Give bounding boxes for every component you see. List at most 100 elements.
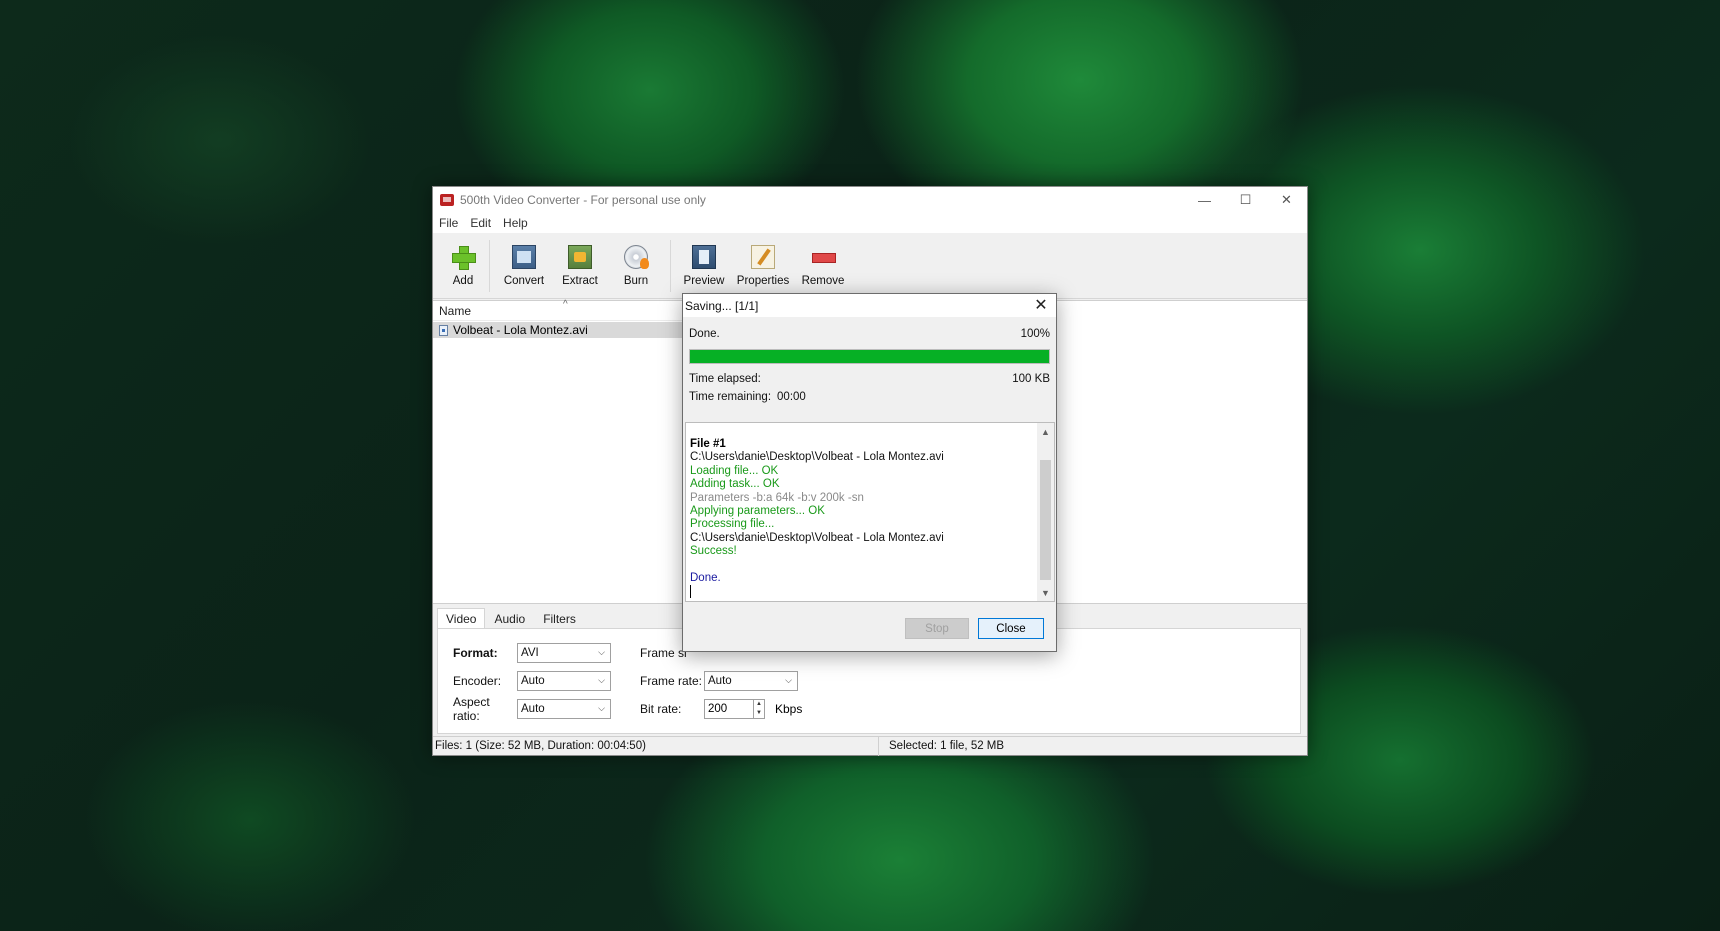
properties-button-label: Properties [736, 274, 790, 287]
chevron-down-icon: ⌵ [785, 675, 792, 685]
toolbar-separator [670, 239, 671, 292]
stop-button[interactable]: Stop [905, 618, 969, 639]
format-select[interactable]: AVI ⌵ [517, 643, 611, 663]
toolbar-separator [489, 239, 490, 292]
aspect-ratio-value: Auto [521, 703, 545, 715]
log-scrollbar[interactable]: ▲ ▼ [1037, 423, 1054, 601]
bit-rate-label: Bit rate: [640, 702, 682, 716]
convert-button-label: Convert [503, 274, 545, 287]
scroll-up-icon[interactable]: ▲ [1037, 423, 1054, 440]
log-line: C:\Users\danie\Desktop\Volbeat - Lola Mo… [690, 451, 944, 464]
status-files: Files: 1 (Size: 52 MB, Duration: 00:04:5… [433, 736, 879, 756]
tab-audio[interactable]: Audio [485, 608, 534, 628]
bit-rate-unit: Kbps [775, 702, 803, 716]
dialog-title: Saving... [1/1] [685, 298, 759, 313]
progress-bar [689, 349, 1050, 364]
time-remaining-row: Time remaining: 00:00 [689, 391, 1050, 403]
progress-fill [690, 350, 1049, 363]
bit-rate-field: Bit rate: 200 ▲ ▼ Kbps [640, 699, 802, 719]
properties-icon [751, 244, 775, 269]
log-line: Done. [690, 572, 721, 585]
aspect-ratio-select[interactable]: Auto ⌵ [517, 699, 611, 719]
dialog-close-icon[interactable]: ✕ [1032, 296, 1050, 314]
status-bar: Files: 1 (Size: 52 MB, Duration: 00:04:5… [433, 736, 1307, 756]
close-dialog-button[interactable]: Close [978, 618, 1044, 639]
tab-video[interactable]: Video [437, 608, 486, 628]
remove-button-label: Remove [801, 274, 845, 287]
saving-dialog: Saving... [1/1] ✕ Done. 100% Time elapse… [682, 293, 1057, 652]
dialog-title-bar[interactable]: Saving... [1/1] ✕ [683, 294, 1056, 317]
log-line: Success! [690, 545, 737, 558]
sort-indicator-icon: ^ [563, 299, 568, 310]
convert-icon [512, 244, 536, 269]
frame-rate-field: Frame rate: Auto ⌵ [640, 671, 798, 691]
log-line: Applying parameters... OK [690, 505, 825, 518]
extract-button[interactable]: Extract [552, 236, 608, 296]
format-label: Format: [453, 646, 498, 660]
encoder-field: Encoder: Auto ⌵ [453, 671, 611, 691]
time-remaining-label: Time remaining: [689, 391, 772, 403]
add-button-label: Add [452, 274, 474, 287]
minimize-button[interactable]: — [1184, 187, 1225, 213]
log-line: Processing file... [690, 518, 775, 531]
log-line: C:\Users\danie\Desktop\Volbeat - Lola Mo… [690, 531, 944, 544]
scroll-thumb[interactable] [1040, 460, 1051, 580]
frame-rate-label: Frame rate: [640, 674, 703, 688]
spin-down-icon[interactable]: ▼ [756, 709, 762, 718]
log-line: Parameters -b:a 64k -b:v 200k -sn [690, 491, 864, 504]
remove-icon [811, 245, 836, 269]
file-row[interactable]: Volbeat - Lola Montez.avi [433, 322, 683, 338]
window-title: 500th Video Converter - For personal use… [460, 193, 706, 207]
burn-button[interactable]: Burn [608, 236, 664, 296]
log-line: File #1 [690, 438, 726, 450]
bit-rate-spinner[interactable]: ▲ ▼ [754, 699, 765, 719]
add-button[interactable]: Add [443, 236, 483, 296]
close-button[interactable]: ✕ [1266, 187, 1307, 213]
log-line: Loading file... OK [690, 464, 779, 477]
remove-button[interactable]: Remove [795, 236, 851, 296]
encoder-label: Encoder: [453, 674, 502, 688]
toolbar: Add Convert Extract Burn Preview Propert… [433, 233, 1307, 299]
spin-up-icon[interactable]: ▲ [756, 700, 762, 709]
window-controls: — ☐ ✕ [1184, 187, 1307, 213]
column-header-name[interactable]: Name ^ [433, 299, 683, 321]
progress-status-row: Done. 100% [689, 328, 1050, 340]
encoder-select[interactable]: Auto ⌵ [517, 671, 611, 691]
frame-rate-select[interactable]: Auto ⌵ [704, 671, 798, 691]
app-icon [440, 194, 454, 206]
chevron-down-icon: ⌵ [598, 647, 605, 657]
log-content: File #1 C:\Users\danie\Desktop\Volbeat - … [690, 438, 944, 603]
add-icon [451, 245, 476, 270]
time-elapsed-row: Time elapsed: 100 KB [689, 373, 1050, 385]
scroll-down-icon[interactable]: ▼ [1037, 584, 1054, 601]
title-bar[interactable]: 500th Video Converter - For personal use… [433, 187, 1307, 213]
tab-filters[interactable]: Filters [534, 608, 585, 628]
progress-percent: 100% [1020, 328, 1050, 340]
convert-button[interactable]: Convert [496, 236, 552, 296]
burn-icon [624, 244, 649, 269]
preview-button[interactable]: Preview [677, 236, 731, 296]
bit-rate-value: 200 [708, 703, 728, 715]
output-size: 100 KB [1012, 373, 1050, 385]
maximize-button[interactable]: ☐ [1225, 187, 1266, 213]
aspect-ratio-label: Aspect ratio: [453, 695, 490, 723]
time-remaining-value: 00:00 [777, 391, 806, 403]
menu-edit[interactable]: Edit [470, 216, 491, 230]
encoder-value: Auto [521, 675, 545, 687]
properties-button[interactable]: Properties [731, 236, 795, 296]
progress-status: Done. [689, 328, 720, 340]
menu-file[interactable]: File [439, 216, 458, 230]
column-header-label: Name [439, 303, 472, 318]
menu-bar: File Edit Help [433, 213, 1307, 233]
status-selected: Selected: 1 file, 52 MB [889, 740, 1005, 752]
text-caret [690, 585, 944, 602]
menu-help[interactable]: Help [503, 216, 528, 230]
log-line: Adding task... OK [690, 478, 780, 491]
bit-rate-input[interactable]: 200 [704, 699, 754, 719]
burn-button-label: Burn [623, 274, 649, 287]
chevron-down-icon: ⌵ [598, 675, 605, 685]
format-value: AVI [521, 647, 539, 659]
log-textbox[interactable]: File #1 C:\Users\danie\Desktop\Volbeat - … [685, 422, 1055, 602]
preview-icon [692, 244, 716, 269]
